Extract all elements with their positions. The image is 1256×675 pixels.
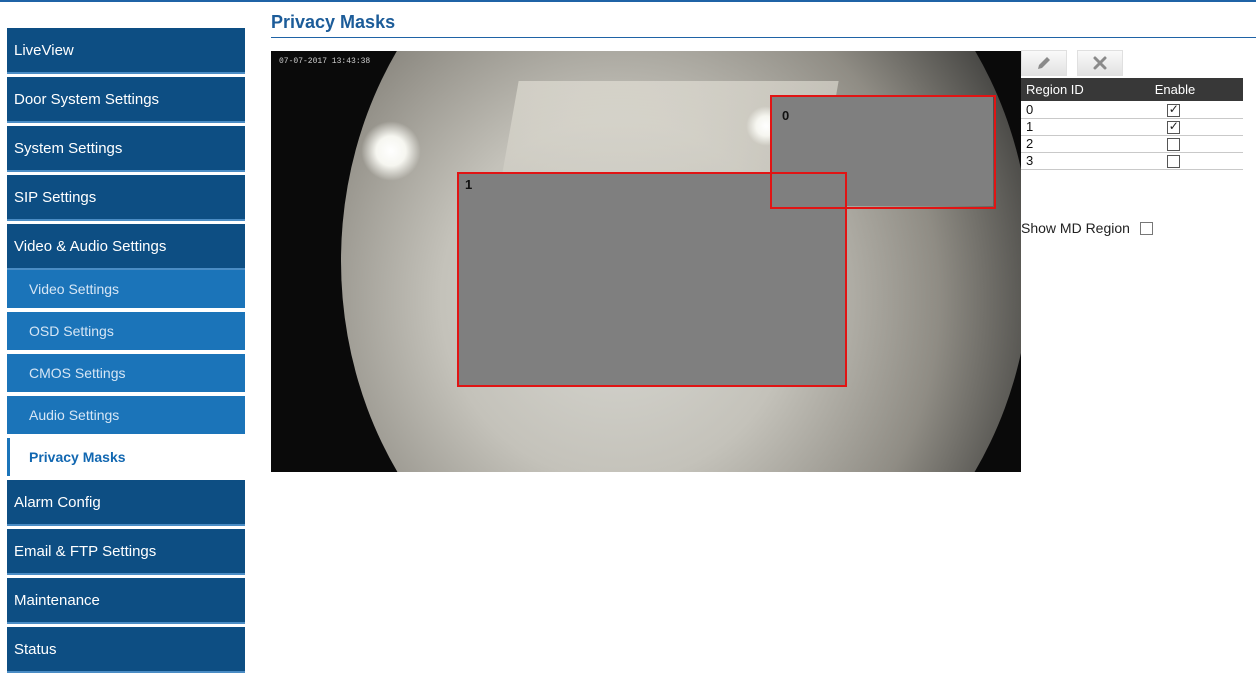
- sidebar-item-label: Audio Settings: [29, 407, 120, 423]
- sidebar-item-system-settings[interactable]: System Settings: [7, 126, 245, 172]
- sidebar-item-door-system-settings[interactable]: Door System Settings: [7, 77, 245, 123]
- sidebar-item-label: Video Settings: [29, 281, 120, 297]
- sidebar-item-label: System Settings: [14, 139, 123, 157]
- region-id-cell: 2: [1021, 135, 1150, 153]
- enable-checkbox[interactable]: [1166, 138, 1180, 152]
- top-rule: [0, 0, 1256, 2]
- column-header-region-id: Region ID: [1021, 78, 1150, 101]
- pencil-icon: [1038, 57, 1050, 69]
- sidebar-nav: LiveView Door System Settings System Set…: [7, 28, 245, 675]
- sidebar-item-video-audio-settings[interactable]: Video & Audio Settings: [7, 224, 245, 270]
- sidebar-item-label: Door System Settings: [14, 90, 160, 108]
- table-row[interactable]: 2: [1021, 135, 1243, 153]
- sidebar-item-label: Maintenance: [14, 591, 100, 609]
- sidebar-item-label: Privacy Masks: [29, 449, 126, 465]
- enable-checkbox[interactable]: [1166, 119, 1180, 135]
- sidebar-subitem-privacy-masks[interactable]: Privacy Masks: [7, 438, 245, 476]
- sidebar-item-label: Email & FTP Settings: [14, 542, 157, 560]
- privacy-mask-1-border[interactable]: [457, 172, 847, 387]
- sidebar-item-label: Video & Audio Settings: [14, 237, 167, 255]
- privacy-mask-1-label: 1: [465, 177, 473, 192]
- show-md-region: Show MD Region: [1021, 220, 1153, 236]
- sidebar-item-label: Status: [14, 640, 57, 658]
- delete-button[interactable]: [1077, 50, 1123, 76]
- sidebar-item-label: CMOS Settings: [29, 365, 126, 381]
- sidebar-item-liveview[interactable]: LiveView: [7, 28, 245, 74]
- sidebar-item-sip-settings[interactable]: SIP Settings: [7, 175, 245, 221]
- page-title: Privacy Masks: [271, 12, 396, 32]
- sidebar-subitem-cmos-settings[interactable]: CMOS Settings: [7, 354, 245, 392]
- privacy-mask-0-label: 0: [782, 108, 790, 123]
- sidebar-item-label: SIP Settings: [14, 188, 97, 206]
- enable-checkbox[interactable]: [1166, 155, 1180, 169]
- region-id-cell: 1: [1021, 118, 1150, 136]
- sidebar-item-alarm-config[interactable]: Alarm Config: [7, 480, 245, 526]
- show-md-region-checkbox[interactable]: [1139, 221, 1153, 235]
- column-header-enable: Enable: [1149, 78, 1243, 101]
- sidebar-item-label: LiveView: [14, 41, 74, 59]
- enable-cell: [1149, 118, 1243, 136]
- table-row[interactable]: 3: [1021, 152, 1243, 170]
- region-id-cell: 3: [1021, 152, 1150, 170]
- enable-cell: [1149, 101, 1243, 119]
- sidebar-item-label: OSD Settings: [29, 323, 114, 339]
- sidebar-item-maintenance[interactable]: Maintenance: [7, 578, 245, 624]
- mask-toolbar: [1021, 50, 1243, 78]
- table-row[interactable]: 0: [1021, 101, 1243, 119]
- region-table: Region ID Enable 0 1 2 3: [1021, 78, 1243, 170]
- edit-button[interactable]: [1021, 50, 1067, 76]
- title-divider: [271, 37, 1256, 38]
- region-id-cell: 0: [1021, 101, 1150, 119]
- sidebar-item-label: Alarm Config: [14, 493, 101, 511]
- camera-timestamp: 07-07-2017 13:43:38: [279, 57, 371, 66]
- sidebar-subitem-audio-settings[interactable]: Audio Settings: [7, 396, 245, 434]
- sidebar-subitem-osd-settings[interactable]: OSD Settings: [7, 312, 245, 350]
- camera-preview[interactable]: 07-07-2017 13:43:38 0 1: [271, 51, 1021, 472]
- enable-cell: [1149, 135, 1243, 153]
- ceiling-light: [361, 121, 421, 181]
- close-icon: [1093, 56, 1107, 70]
- sidebar-item-status[interactable]: Status: [7, 627, 245, 673]
- enable-checkbox[interactable]: [1166, 102, 1180, 117]
- sidebar-subitem-video-settings[interactable]: Video Settings: [7, 270, 245, 308]
- table-header-row: Region ID Enable: [1021, 78, 1243, 101]
- sidebar-item-email-ftp-settings[interactable]: Email & FTP Settings: [7, 529, 245, 575]
- enable-cell: [1149, 152, 1243, 170]
- show-md-region-label: Show MD Region: [1021, 220, 1130, 236]
- table-row[interactable]: 1: [1021, 118, 1243, 136]
